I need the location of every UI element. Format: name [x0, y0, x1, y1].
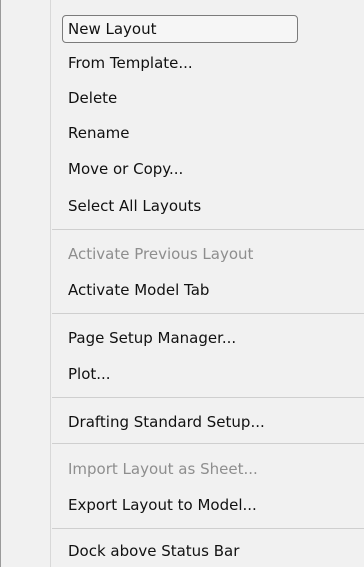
menu-separator [52, 397, 364, 398]
menu-item-export-layout-to-model[interactable]: Export Layout to Model... [68, 493, 257, 517]
menu-item-drafting-standard-setup[interactable]: Drafting Standard Setup... [68, 410, 265, 434]
menu-item-activate-previous-layout: Activate Previous Layout [68, 245, 254, 263]
menu-separator [52, 313, 364, 314]
menu-item-select-all-layouts[interactable]: Select All Layouts [68, 194, 201, 218]
menu-item-new-layout[interactable]: New Layout [68, 17, 156, 41]
menu-icon-gutter-divider [50, 0, 51, 567]
menu-item-delete[interactable]: Delete [68, 86, 117, 110]
menu-item-import-layout-as-sheet: Import Layout as Sheet... [68, 460, 258, 478]
menu-item-plot[interactable]: Plot... [68, 362, 111, 386]
layout-context-menu: New Layout From Template... Delete Renam… [0, 0, 364, 567]
menu-item-rename[interactable]: Rename [68, 121, 130, 145]
menu-item-from-template[interactable]: From Template... [68, 51, 193, 75]
menu-item-dock-above-status-bar[interactable]: Dock above Status Bar [68, 539, 239, 563]
menu-separator [52, 229, 364, 230]
menu-item-move-or-copy[interactable]: Move or Copy... [68, 157, 183, 181]
menu-item-page-setup-manager[interactable]: Page Setup Manager... [68, 326, 236, 350]
menu-item-activate-model-tab[interactable]: Activate Model Tab [68, 278, 209, 302]
menu-separator [52, 528, 364, 529]
menu-separator [52, 443, 364, 444]
